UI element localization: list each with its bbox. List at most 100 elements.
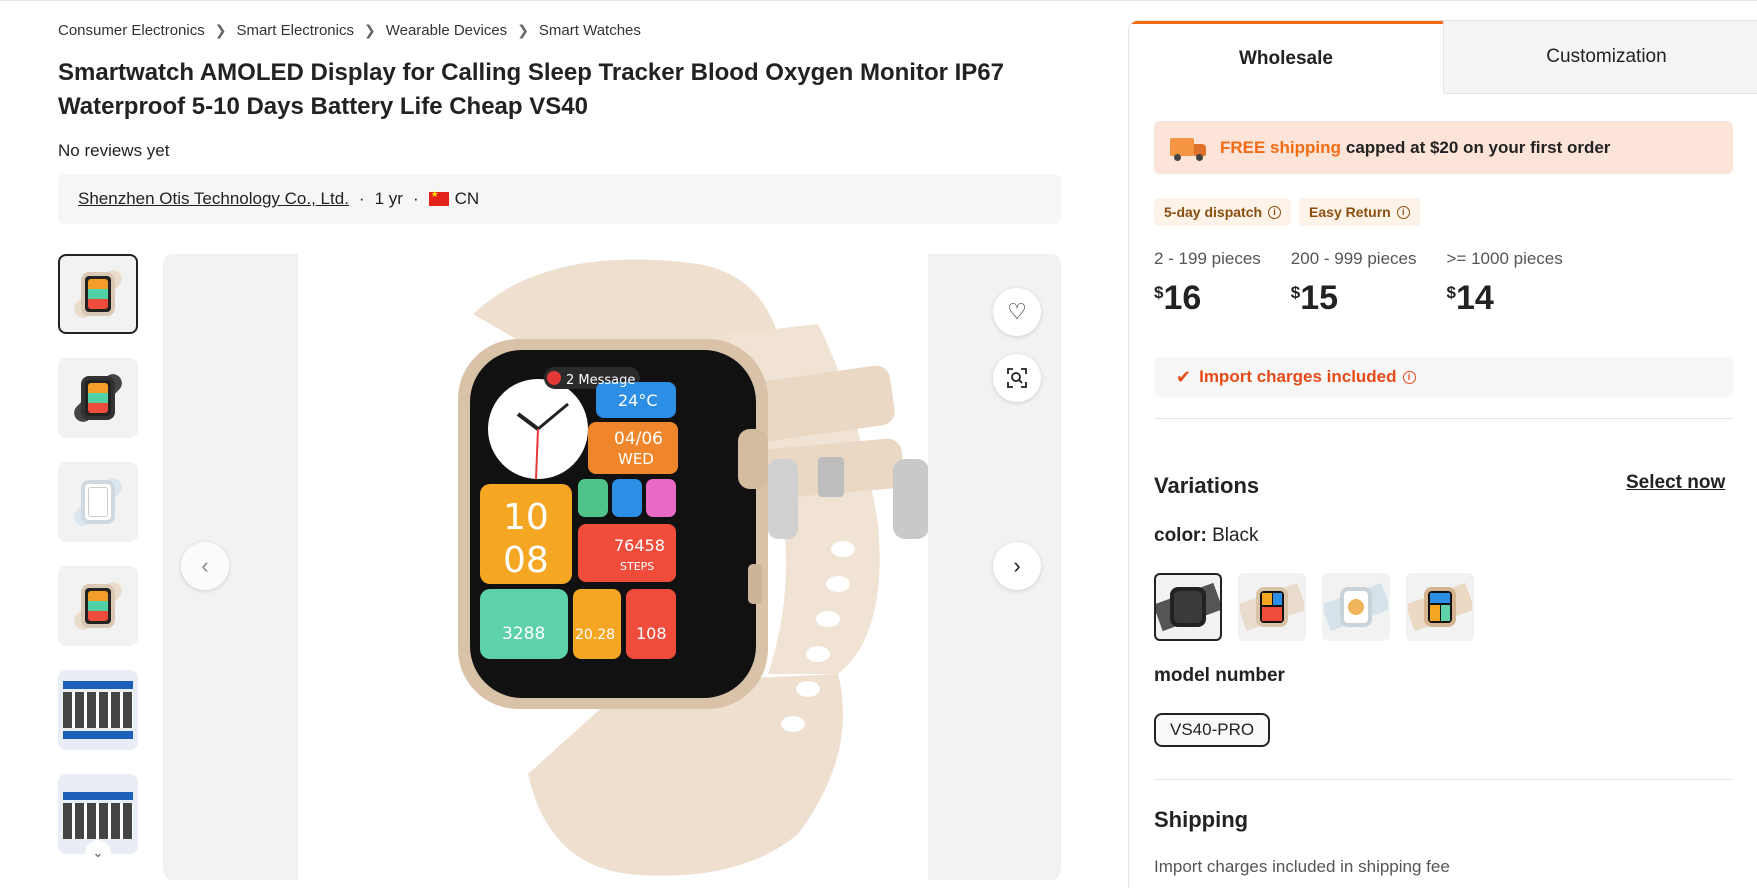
variations-heading: Variations (1154, 473, 1260, 498)
color-swatch-silver[interactable] (1322, 573, 1390, 641)
color-swatch-beige[interactable] (1238, 573, 1306, 641)
price-tier: >= 1000 pieces $ 14 (1447, 249, 1563, 315)
beige-watch-image (1240, 582, 1304, 632)
price-tier: 2 - 199 pieces $ 16 (1154, 249, 1261, 315)
separator-dot: · (412, 189, 419, 208)
thumbnail-5[interactable] (58, 670, 138, 750)
distance-text: 20.28 (575, 627, 615, 643)
chevron-right-icon: › (1013, 553, 1021, 578)
color-label-value: Black (1212, 525, 1259, 546)
color-swatch-black[interactable] (1154, 573, 1222, 641)
thumbnail-3[interactable] (58, 462, 138, 542)
free-shipping-text: FREE shipping (1220, 137, 1341, 157)
hour-text: 10 (503, 497, 549, 538)
section-divider (1154, 779, 1733, 780)
truck-icon (1170, 136, 1208, 161)
select-now-link[interactable]: Select now (1626, 472, 1725, 494)
image-search-button[interactable] (993, 354, 1041, 402)
price-amount: 16 (1163, 279, 1202, 317)
currency-symbol: $ (1446, 283, 1456, 302)
free-shipping-detail: capped at $20 on your first order (1345, 137, 1611, 157)
price-tiers: 2 - 199 pieces $ 16 200 - 999 pieces $ 1… (1154, 249, 1593, 315)
color-swatch-gold[interactable] (1406, 573, 1474, 641)
main-product-image: 2 Message 24°C 04/06 WED 10 08 76458 STE… (163, 254, 1061, 880)
currency-symbol: $ (1290, 283, 1301, 302)
color-label-key: color: (1154, 525, 1207, 546)
dispatch-badge[interactable]: 5-day dispatch i (1154, 198, 1292, 226)
free-shipping-banner: FREE shipping capped at $20 on your firs… (1154, 121, 1733, 174)
temp-text: 24°C (618, 391, 658, 410)
easy-return-badge[interactable]: Easy Return i (1299, 198, 1420, 226)
supplier-country: CN (454, 189, 480, 208)
tab-customization[interactable]: Customization (1443, 21, 1757, 94)
model-option-vs40-pro[interactable]: VS40-PRO (1154, 713, 1271, 747)
price-amount: 15 (1300, 279, 1339, 317)
dispatch-badge-label: 5-day dispatch (1164, 204, 1263, 220)
black-watch-image (1156, 582, 1220, 632)
day-text: WED (618, 450, 654, 468)
price-amount: 14 (1455, 279, 1494, 317)
checkmark-icon: ✔ (1176, 366, 1192, 387)
chevron-right-icon: ❯ (517, 22, 529, 38)
product-title: Smartwatch AMOLED Display for Calling Sl… (58, 59, 1004, 120)
tier-price: $ 14 (1447, 281, 1563, 315)
breadcrumb: Consumer Electronics ❯ Smart Electronics… (58, 22, 641, 39)
top-divider (0, 0, 1757, 1)
tier-quantity: 200 - 999 pieces (1290, 249, 1417, 268)
purchase-panel: Wholesale Customization FREE shipping ca… (1128, 20, 1757, 888)
tier-quantity: >= 1000 pieces (1446, 249, 1563, 268)
favorite-button[interactable]: ♡ (993, 288, 1041, 336)
model-number-label: model number (1154, 665, 1285, 686)
price-tier: 200 - 999 pieces $ 15 (1291, 249, 1417, 315)
currency-symbol: $ (1154, 283, 1164, 302)
thumbnail-2[interactable] (58, 358, 138, 438)
tier-quantity: 2 - 199 pieces (1154, 249, 1261, 268)
calories-text: 3288 (502, 624, 545, 644)
message-text: 2 Message (566, 373, 635, 388)
thumbnail-image (63, 692, 133, 728)
breadcrumb-item[interactable]: Consumer Electronics (58, 22, 205, 39)
breadcrumb-item[interactable]: Smart Electronics (236, 22, 354, 39)
import-charges-text: Import charges included (1199, 367, 1397, 386)
info-icon: i (1268, 205, 1282, 219)
info-icon: i (1396, 205, 1410, 219)
supplier-name-link[interactable]: Shenzhen Otis Technology Co., Ltd. (78, 189, 349, 209)
breadcrumb-item[interactable]: Wearable Devices (386, 22, 507, 39)
date-text: 04/06 (614, 429, 663, 449)
breadcrumb-item[interactable]: Smart Watches (539, 22, 641, 39)
heart-rate-text: 108 (636, 624, 667, 643)
easy-return-badge-label: Easy Return (1309, 204, 1391, 220)
section-divider (1154, 418, 1733, 419)
separator-dot: · (358, 189, 365, 208)
tab-wholesale[interactable]: Wholesale (1129, 21, 1443, 94)
thumbnail-scroll-down-button[interactable]: ⌄ (85, 840, 111, 866)
info-icon: i (1402, 370, 1416, 384)
color-swatches (1154, 573, 1474, 641)
reviews-status: No reviews yet (58, 141, 170, 160)
tier-price: $ 15 (1291, 281, 1417, 315)
thumbnail-watch-image (81, 376, 115, 420)
supplier-bar: Shenzhen Otis Technology Co., Ltd. · 1 y… (58, 174, 1061, 224)
gold-watch-image (1408, 582, 1472, 632)
thumbnail-watch-image (81, 480, 115, 524)
thumbnail-image (63, 803, 133, 839)
shipping-note: Import charges included in shipping fee (1154, 857, 1450, 876)
import-charges-notice[interactable]: ✔ Import charges included i (1154, 357, 1733, 397)
thumbnail-1[interactable] (58, 254, 138, 334)
service-badges: 5-day dispatch i Easy Return i (1154, 198, 1420, 226)
next-image-button[interactable]: › (993, 542, 1041, 590)
minute-text: 08 (503, 540, 549, 581)
color-label: color: Black (1154, 525, 1259, 547)
thumbnail-4[interactable] (58, 566, 138, 646)
heart-icon: ♡ (1007, 299, 1027, 324)
thumbnail-image (63, 792, 133, 800)
thumbnail-image (63, 731, 133, 739)
thumbnail-watch-image (81, 584, 115, 628)
steps-text: 76458 (614, 536, 665, 555)
shipping-heading: Shipping (1154, 807, 1249, 832)
previous-image-button[interactable]: ‹ (181, 542, 229, 590)
china-flag-icon (428, 189, 449, 206)
steps-label: STEPS (620, 560, 654, 573)
tab-bar: Wholesale Customization (1129, 21, 1757, 94)
thumbnail-watch-image (81, 272, 115, 316)
